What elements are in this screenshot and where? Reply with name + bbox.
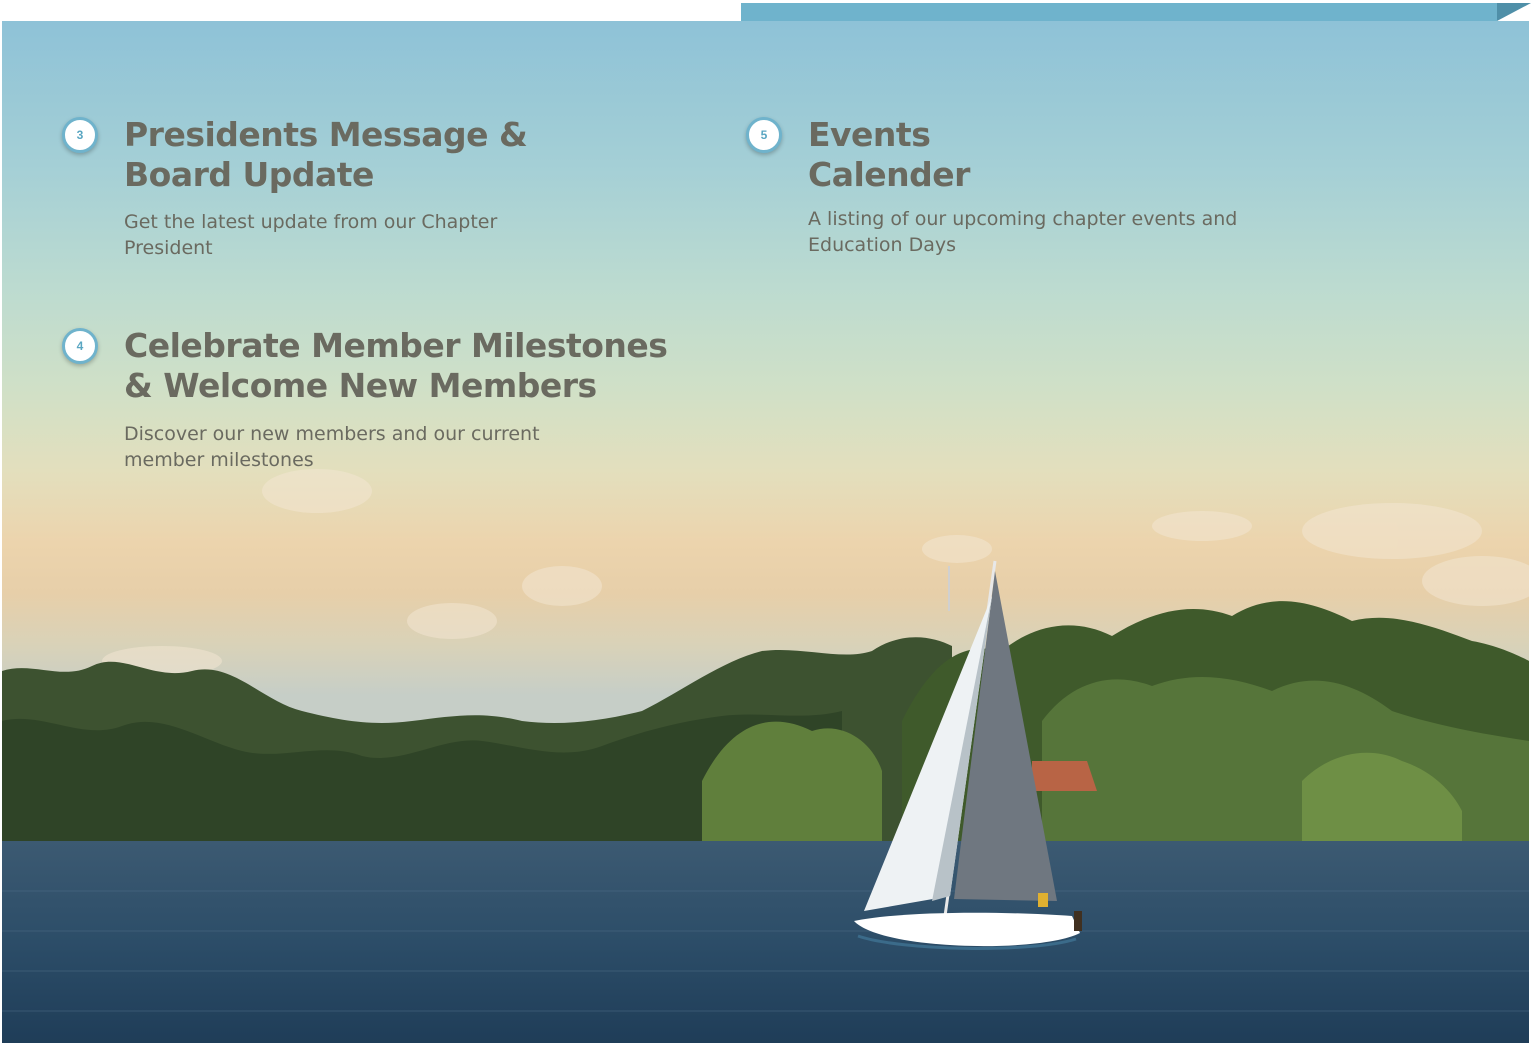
title-line: Board Update [124,155,374,194]
title-line: Events [808,115,931,154]
item-description: Get the latest update from our Chapter P… [124,211,498,259]
background-photo: 3 Presidents Message & Board Update Get … [2,21,1529,1043]
number-badge: 4 [62,328,98,364]
item-description: A listing of our upcoming chapter events… [808,208,1238,256]
item-description: Discover our new members and our current… [124,423,540,471]
title-line: & Welcome New Members [124,366,597,405]
item-title: Celebrate Member Milestones & Welcome Ne… [124,326,668,406]
top-tab-strip [741,3,1497,21]
tab-fold-corner [1497,3,1531,21]
item-title: Events Calender [808,115,970,195]
number-badge: 5 [746,117,782,153]
title-line: Calender [808,155,970,194]
number-badge: 3 [62,117,98,153]
title-line: Celebrate Member Milestones [124,326,668,365]
item-title: Presidents Message & Board Update [124,115,528,195]
title-line: Presidents Message & [124,115,528,154]
